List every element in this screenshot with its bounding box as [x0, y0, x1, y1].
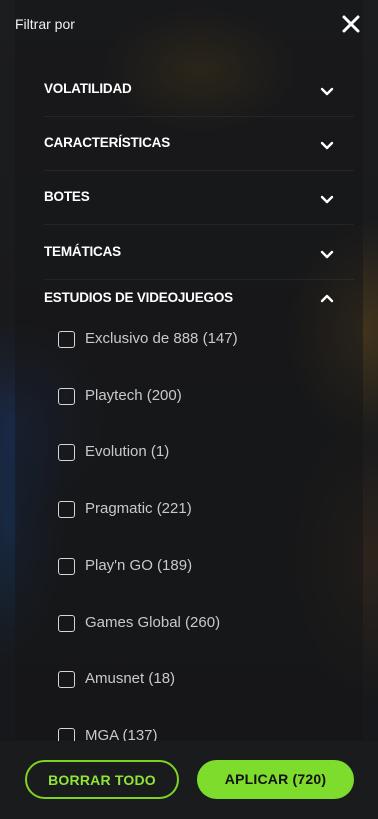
studio-option-playtech[interactable]: Playtech (200) [58, 380, 338, 410]
section-label: BOTES [44, 189, 90, 204]
section-estudios[interactable]: ESTUDIOS DE VIDEOJUEGOS [44, 272, 354, 326]
close-icon [342, 15, 360, 33]
chevron-down-icon [320, 250, 334, 259]
studio-option-pragmatic[interactable]: Pragmatic (221) [58, 493, 338, 523]
checkbox-icon[interactable] [58, 444, 75, 461]
studio-option-label: Amusnet (18) [85, 670, 176, 687]
studio-option-amusnet[interactable]: Amusnet (18) [58, 663, 338, 693]
chevron-down-icon [320, 141, 334, 150]
checkbox-icon[interactable] [58, 671, 75, 688]
chevron-down-icon [320, 87, 334, 96]
section-botes[interactable]: BOTES [44, 171, 354, 225]
checkbox-icon[interactable] [58, 558, 75, 575]
studio-option-label: Exclusivo de 888 (147) [85, 330, 238, 347]
close-button[interactable] [340, 13, 362, 35]
apply-button[interactable]: APLICAR (720) [197, 760, 354, 799]
studio-option-evolution[interactable]: Evolution (1) [58, 436, 338, 466]
studio-option-label: Playtech (200) [85, 387, 182, 404]
checkbox-icon[interactable] [58, 501, 75, 518]
filter-footer: BORRAR TODO APLICAR (720) [0, 741, 378, 819]
checkbox-icon[interactable] [58, 331, 75, 348]
filter-header: Filtrar por [0, 0, 378, 50]
studio-option-label: Evolution (1) [85, 443, 170, 460]
checkbox-icon[interactable] [58, 615, 75, 632]
chevron-up-icon [320, 294, 334, 303]
section-label: ESTUDIOS DE VIDEOJUEGOS [44, 290, 233, 305]
studio-option-label: Play'n GO (189) [85, 557, 193, 574]
chevron-down-icon [320, 195, 334, 204]
section-label: CARACTERÍSTICAS [44, 135, 171, 150]
checkbox-icon[interactable] [58, 388, 75, 405]
filter-title: Filtrar por [15, 16, 75, 32]
section-label: TEMÁTICAS [44, 244, 121, 259]
studio-option-label: Pragmatic (221) [85, 500, 192, 517]
section-volatilidad[interactable]: VOLATILIDAD [44, 63, 354, 117]
section-label: VOLATILIDAD [44, 81, 132, 96]
studio-option-games-global[interactable]: Games Global (260) [58, 607, 338, 637]
studio-option-888[interactable]: Exclusivo de 888 (147) [58, 323, 338, 353]
studio-option-playngo[interactable]: Play'n GO (189) [58, 550, 338, 580]
section-caracteristicas[interactable]: CARACTERÍSTICAS [44, 117, 354, 171]
clear-all-button[interactable]: BORRAR TODO [25, 760, 179, 799]
studio-option-label: Games Global (260) [85, 614, 221, 631]
